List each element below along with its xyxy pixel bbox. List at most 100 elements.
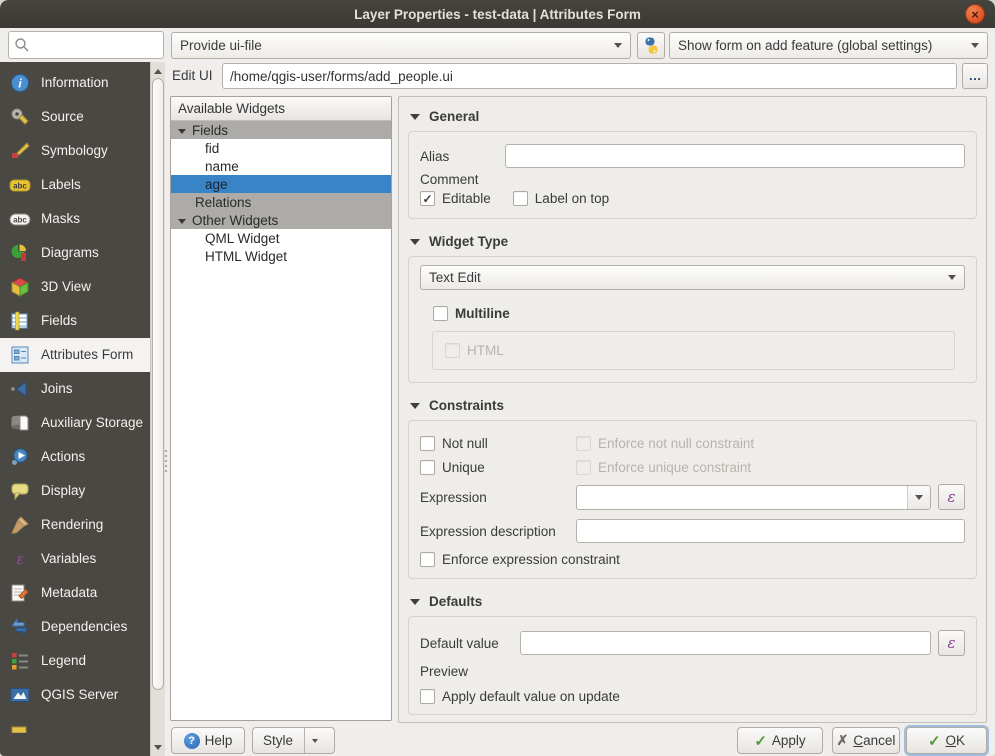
expression-dropdown-button[interactable] (907, 486, 930, 509)
sidebar-item-attributes-form[interactable]: Attributes Form (0, 338, 150, 372)
source-icon (9, 107, 31, 127)
scroll-down-arrow[interactable] (151, 740, 165, 754)
show-form-on-add-feature-value: Show form on add feature (global setting… (678, 38, 965, 53)
sidebar-item-auxiliary-storage[interactable]: Auxiliary Storage (0, 406, 150, 440)
default-value-input[interactable] (520, 631, 931, 655)
widget-type-select[interactable]: Text Edit (420, 265, 965, 290)
sidebar-item-information[interactable]: i Information (0, 66, 150, 100)
chevron-down-icon (312, 739, 318, 743)
sidebar-item-diagrams[interactable]: Diagrams (0, 236, 150, 270)
search-input[interactable] (8, 31, 164, 59)
defaults-section-header[interactable]: Defaults (410, 594, 977, 609)
sidebar-item-metadata[interactable]: Metadata (0, 576, 150, 610)
sidebar-item-partial[interactable] (0, 712, 150, 746)
constraints-section-header[interactable]: Constraints (410, 398, 977, 413)
show-form-on-add-feature-select[interactable]: Show form on add feature (global setting… (669, 32, 988, 59)
sidebar-item-variables[interactable]: ε Variables (0, 542, 150, 576)
enforce-expression-checkbox[interactable] (420, 552, 435, 567)
edit-ui-label: Edit UI (172, 68, 213, 83)
tree-item-fid[interactable]: fid (171, 139, 391, 157)
sidebar-item-3d-view[interactable]: 3D View (0, 270, 150, 304)
editable-label: Editable (442, 191, 491, 206)
attribute-editor-layout-select[interactable]: Provide ui-file (171, 32, 631, 59)
panel-splitter-handle[interactable] (164, 450, 168, 476)
svg-text:ε: ε (16, 552, 24, 569)
expression-description-input[interactable] (576, 519, 965, 543)
actions-icon (9, 447, 31, 467)
expression-builder-button[interactable]: ε (938, 484, 965, 510)
close-icon: × (971, 8, 979, 21)
metadata-icon (9, 583, 31, 603)
title-bar: Layer Properties - test-data | Attribute… (0, 0, 995, 28)
sidebar-item-qgis-server[interactable]: QGIS Server (0, 678, 150, 712)
expand-triangle-icon[interactable] (178, 129, 186, 134)
cancel-button[interactable]: ✗ Cancel (832, 727, 900, 754)
diagrams-icon (9, 243, 31, 263)
scroll-up-arrow[interactable] (151, 64, 165, 78)
expand-triangle-icon[interactable] (178, 219, 186, 224)
legend-icon (9, 651, 31, 671)
sidebar-item-source[interactable]: Source (0, 100, 150, 134)
general-section-header[interactable]: General (410, 109, 977, 124)
ok-button[interactable]: ✓ OK (906, 727, 987, 754)
expression-combo[interactable] (576, 485, 931, 510)
edit-ui-path-input[interactable] (222, 63, 957, 89)
scrollbar-thumb[interactable] (152, 78, 164, 690)
collapse-triangle-icon (410, 599, 420, 605)
unique-checkbox[interactable] (420, 460, 435, 475)
widget-type-value: Text Edit (429, 270, 942, 285)
tree-group-fields[interactable]: Fields (171, 121, 391, 139)
apply-default-on-update-checkbox[interactable] (420, 689, 435, 704)
check-icon: ✓ (754, 732, 767, 750)
enforce-not-null-label: Enforce not null constraint (598, 436, 754, 451)
sidebar-item-fields[interactable]: Fields (0, 304, 150, 338)
label-on-top-checkbox[interactable] (513, 191, 528, 206)
html-checkbox[interactable] (445, 343, 460, 358)
widget-type-section-header[interactable]: Widget Type (410, 234, 977, 249)
editable-checkbox[interactable]: ✓ (420, 191, 435, 206)
default-value-expression-button[interactable]: ε (938, 630, 965, 656)
collapse-triangle-icon (410, 114, 420, 120)
not-null-checkbox[interactable] (420, 436, 435, 451)
sidebar-scrollbar[interactable] (150, 62, 165, 756)
sidebar-item-dependencies[interactable]: Dependencies (0, 610, 150, 644)
joins-icon (9, 379, 31, 399)
field-settings-panel: General Alias Comment ✓ Editable Label o… (398, 96, 987, 723)
sidebar-item-labels[interactable]: abc Labels (0, 168, 150, 202)
help-button[interactable]: ? Help (171, 727, 245, 754)
available-widgets-header: Available Widgets (171, 97, 391, 121)
tree-group-other-widgets[interactable]: Other Widgets (171, 211, 391, 229)
multiline-checkbox[interactable] (433, 306, 448, 321)
sidebar-item-joins[interactable]: Joins (0, 372, 150, 406)
cross-icon: ✗ (837, 732, 849, 749)
enforce-unique-label: Enforce unique constraint (598, 460, 751, 475)
sidebar-item-masks[interactable]: abc Masks (0, 202, 150, 236)
properties-sidebar: i Information Source Symbology abc Label… (0, 62, 150, 756)
labels-icon: abc (9, 175, 31, 195)
tree-item-qml-widget[interactable]: QML Widget (171, 229, 391, 247)
enforce-not-null-checkbox[interactable] (576, 436, 591, 451)
python-init-code-button[interactable] (637, 32, 665, 59)
3d-view-icon (9, 277, 31, 297)
alias-input[interactable] (505, 144, 965, 168)
sidebar-item-display[interactable]: Display (0, 474, 150, 508)
tree-item-html-widget[interactable]: HTML Widget (171, 247, 391, 265)
sidebar-item-rendering[interactable]: Rendering (0, 508, 150, 542)
partial-icon (9, 719, 31, 739)
style-dropdown-button[interactable] (304, 728, 324, 753)
multiline-label: Multiline (455, 306, 510, 321)
close-button[interactable]: × (965, 4, 985, 24)
tree-item-age[interactable]: age (171, 175, 391, 193)
display-icon (9, 481, 31, 501)
sidebar-item-legend[interactable]: Legend (0, 644, 150, 678)
sidebar-item-symbology[interactable]: Symbology (0, 134, 150, 168)
sidebar-item-actions[interactable]: Actions (0, 440, 150, 474)
style-button[interactable]: Style (252, 727, 335, 754)
tree-group-relations[interactable]: Relations (171, 193, 391, 211)
browse-ui-file-button[interactable]: … (962, 63, 988, 89)
enforce-unique-checkbox[interactable] (576, 460, 591, 475)
search-icon (14, 37, 30, 53)
apply-button[interactable]: ✓ Apply (737, 727, 823, 754)
tree-item-name[interactable]: name (171, 157, 391, 175)
chevron-down-icon (614, 43, 622, 48)
